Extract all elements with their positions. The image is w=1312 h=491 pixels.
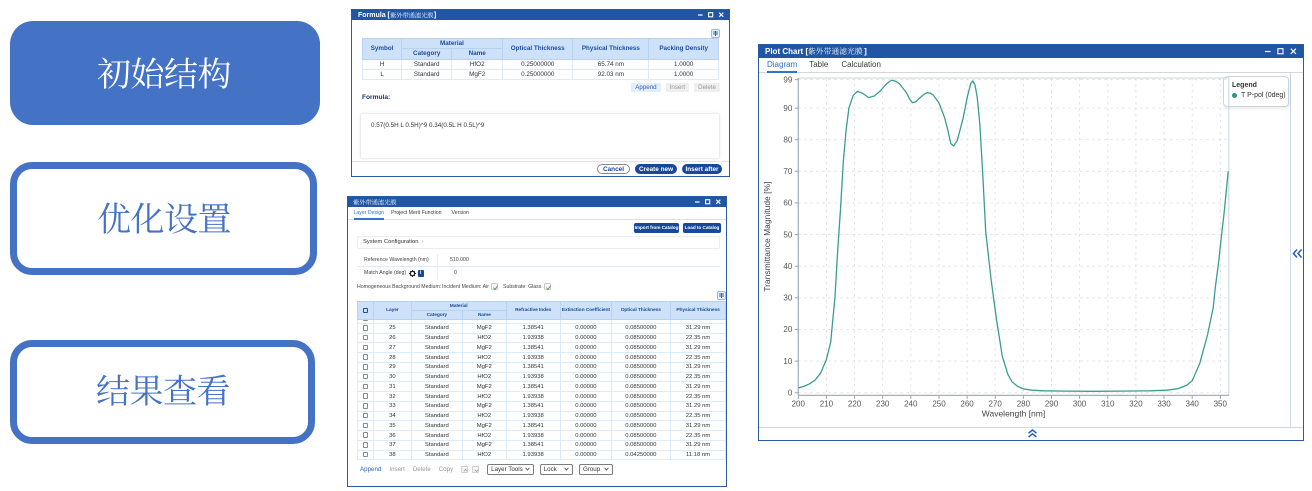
svg-text:350: 350 [1214,399,1228,408]
svg-text:310: 310 [1101,399,1115,408]
svg-text:50: 50 [783,230,792,239]
svg-text:90: 90 [783,104,792,113]
svg-text:60: 60 [783,199,792,208]
svg-text:340: 340 [1186,399,1200,408]
svg-text:240: 240 [904,399,918,408]
svg-text:270: 270 [989,399,1003,408]
svg-text:200: 200 [792,399,806,408]
svg-text:320: 320 [1129,399,1143,408]
svg-text:230: 230 [876,399,890,408]
svg-text:0: 0 [788,388,793,397]
svg-text:290: 290 [1045,399,1059,408]
svg-text:300: 300 [1073,399,1087,408]
svg-text:99: 99 [783,75,792,84]
svg-text:40: 40 [783,262,792,271]
svg-text:210: 210 [820,399,834,408]
svg-text:20: 20 [783,325,792,334]
svg-text:280: 280 [1017,399,1031,408]
svg-text:260: 260 [960,399,974,408]
svg-text:70: 70 [783,167,792,176]
svg-text:330: 330 [1157,399,1171,408]
svg-text:Transmittance Magnitude [%]: Transmittance Magnitude [%] [762,182,772,292]
svg-text:80: 80 [783,135,792,144]
svg-text:220: 220 [848,399,862,408]
svg-text:Wavelength [nm]: Wavelength [nm] [982,408,1045,418]
svg-text:250: 250 [932,399,946,408]
svg-text:30: 30 [783,294,792,303]
svg-text:10: 10 [783,357,792,366]
